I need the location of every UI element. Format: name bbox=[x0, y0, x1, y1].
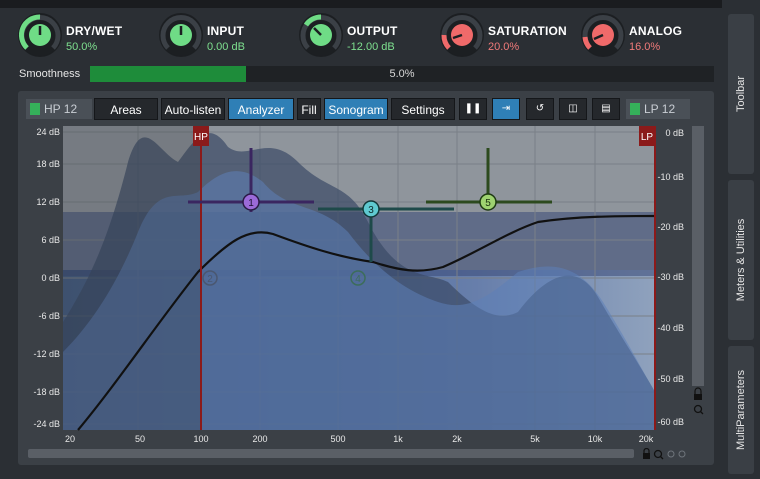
smoothness-slider[interactable]: 5.0% bbox=[90, 66, 714, 82]
left-axis-tick: -6 dB bbox=[38, 311, 60, 321]
title-strip bbox=[0, 0, 722, 8]
lp-filter-label: LP 12 bbox=[644, 102, 676, 116]
undo-icon[interactable]: ↺ bbox=[526, 98, 554, 120]
input-value: 0.00 dB bbox=[207, 41, 245, 53]
lock-icon[interactable] bbox=[643, 448, 650, 460]
meters-utilities-tab[interactable]: Meters & Utilities bbox=[728, 180, 754, 340]
saturation-value: 20.0% bbox=[488, 41, 520, 53]
smoothness-value: 5.0% bbox=[389, 68, 415, 80]
freq-axis-tick: 2k bbox=[452, 434, 462, 444]
freq-axis-tick: 50 bbox=[135, 434, 145, 444]
zoom-reset-icon[interactable] bbox=[678, 450, 686, 458]
band-4-label: 4 bbox=[355, 274, 361, 285]
paste-icon[interactable]: ▤ bbox=[592, 98, 620, 120]
freq-axis-tick: 10k bbox=[588, 434, 603, 444]
right-axis-tick: 0 dB bbox=[665, 128, 684, 138]
hp-filter-label: HP 12 bbox=[44, 102, 78, 116]
freq-axis-tick: 20 bbox=[65, 434, 75, 444]
freq-axis-tick: 200 bbox=[252, 434, 267, 444]
toolbar-tab-label: Toolbar bbox=[735, 75, 747, 113]
multiparameters-tab[interactable]: MultiParameters bbox=[728, 346, 754, 474]
analog-label: ANALOG bbox=[629, 24, 683, 38]
output-label: OUTPUT bbox=[347, 24, 398, 38]
plugin-window: DRY/WET 50.0% INPUT 0.00 dB OUTPUT -12.0… bbox=[0, 0, 760, 479]
toolbar-tab[interactable]: Toolbar bbox=[728, 14, 754, 174]
vertical-scrollbar[interactable] bbox=[692, 126, 704, 386]
saturation-control[interactable]: SATURATION 20.0% bbox=[440, 13, 580, 59]
meters-tab-label: Meters & Utilities bbox=[735, 218, 747, 302]
input-knob[interactable] bbox=[159, 13, 203, 57]
auto-listen-button[interactable]: Auto-listen bbox=[161, 98, 225, 120]
settings-button[interactable]: Settings bbox=[391, 98, 455, 120]
left-axis-tick: 0 dB bbox=[41, 273, 60, 283]
dry-wet-label: DRY/WET bbox=[66, 24, 123, 38]
freq-axis-tick: 1k bbox=[393, 434, 403, 444]
zoom-out-icon[interactable] bbox=[667, 450, 675, 458]
left-axis-tick: 12 dB bbox=[36, 197, 60, 207]
right-axis-tick: -20 dB bbox=[657, 222, 684, 232]
band-1-label: 1 bbox=[248, 198, 254, 209]
dry-wet-knob[interactable] bbox=[18, 13, 62, 57]
freq-axis-tick: 500 bbox=[330, 434, 345, 444]
analog-control[interactable]: ANALOG 16.0% bbox=[581, 13, 721, 59]
left-axis-tick: 24 dB bbox=[36, 127, 60, 137]
right-axis-tick: -10 dB bbox=[657, 172, 684, 182]
fill-button[interactable]: Fill bbox=[297, 98, 321, 120]
bottom-icons bbox=[643, 448, 686, 460]
horizontal-scrollbar[interactable] bbox=[28, 449, 634, 458]
output-control[interactable]: OUTPUT -12.00 dB bbox=[299, 13, 439, 59]
lock-icon[interactable] bbox=[694, 387, 702, 400]
dry-wet-control[interactable]: DRY/WET 50.0% bbox=[18, 13, 158, 59]
freq-axis-tick: 100 bbox=[193, 434, 208, 444]
copy-icon[interactable]: ◫ bbox=[559, 98, 587, 120]
lp-filter-toggle[interactable]: LP 12 bbox=[626, 99, 690, 119]
input-control[interactable]: INPUT 0.00 dB bbox=[159, 13, 299, 59]
input-label: INPUT bbox=[207, 24, 244, 38]
sonogram-button[interactable]: Sonogram bbox=[324, 98, 388, 120]
left-axis: 24 dB 18 dB 12 dB 6 dB 0 dB -6 dB -12 dB… bbox=[33, 127, 60, 429]
freq-axis-tick: 5k bbox=[530, 434, 540, 444]
eq-graph[interactable]: HP LP 1 2 3 4 5 24 dB 18 dB 12 dB 6 dB 0… bbox=[18, 122, 714, 448]
pause-icon[interactable]: ❚❚ bbox=[459, 98, 487, 120]
lp-enable-indicator bbox=[630, 103, 640, 115]
areas-button[interactable]: Areas bbox=[94, 98, 158, 120]
hp-enable-indicator bbox=[30, 103, 40, 115]
band-5-label: 5 bbox=[485, 198, 491, 209]
zoom-in-icon[interactable] bbox=[693, 404, 704, 415]
band-2-label: 2 bbox=[207, 274, 213, 285]
right-axis-tick: -60 dB bbox=[657, 417, 684, 427]
left-axis-tick: 6 dB bbox=[41, 235, 60, 245]
left-axis-tick: -24 dB bbox=[33, 419, 60, 429]
freq-axis: 20 50 100 200 500 1k 2k 5k 10k 20k bbox=[65, 434, 654, 444]
freq-axis-tick: 20k bbox=[639, 434, 654, 444]
multiparameters-tab-label: MultiParameters bbox=[735, 369, 747, 451]
left-axis-tick: 18 dB bbox=[36, 159, 60, 169]
saturation-label: SATURATION bbox=[488, 24, 567, 38]
analyzer-button[interactable]: Analyzer bbox=[228, 98, 294, 120]
zoom-in-icon[interactable] bbox=[653, 449, 664, 460]
lp-marker-label: LP bbox=[641, 132, 654, 143]
hp-filter-toggle[interactable]: HP 12 bbox=[26, 99, 92, 119]
saturation-knob[interactable] bbox=[440, 13, 484, 57]
right-axis-tick: -30 dB bbox=[657, 272, 684, 282]
reset-icon[interactable]: ⇥ bbox=[492, 98, 520, 120]
analog-knob[interactable] bbox=[581, 13, 625, 57]
hp-region bbox=[63, 126, 200, 430]
hp-marker-label: HP bbox=[194, 132, 208, 143]
right-axis-tick: -50 dB bbox=[657, 374, 684, 384]
output-knob[interactable] bbox=[299, 13, 343, 57]
right-axis-tick: -40 dB bbox=[657, 323, 684, 333]
left-axis-tick: -12 dB bbox=[33, 349, 60, 359]
dry-wet-value: 50.0% bbox=[66, 41, 98, 53]
band-3-label: 3 bbox=[368, 205, 374, 216]
analog-value: 16.0% bbox=[629, 41, 661, 53]
left-axis-tick: -18 dB bbox=[33, 387, 60, 397]
smoothness-label: Smoothness bbox=[19, 68, 81, 80]
output-value: -12.00 dB bbox=[347, 41, 395, 53]
right-axis: 0 dB -10 dB -20 dB -30 dB -40 dB -50 dB … bbox=[657, 128, 684, 427]
